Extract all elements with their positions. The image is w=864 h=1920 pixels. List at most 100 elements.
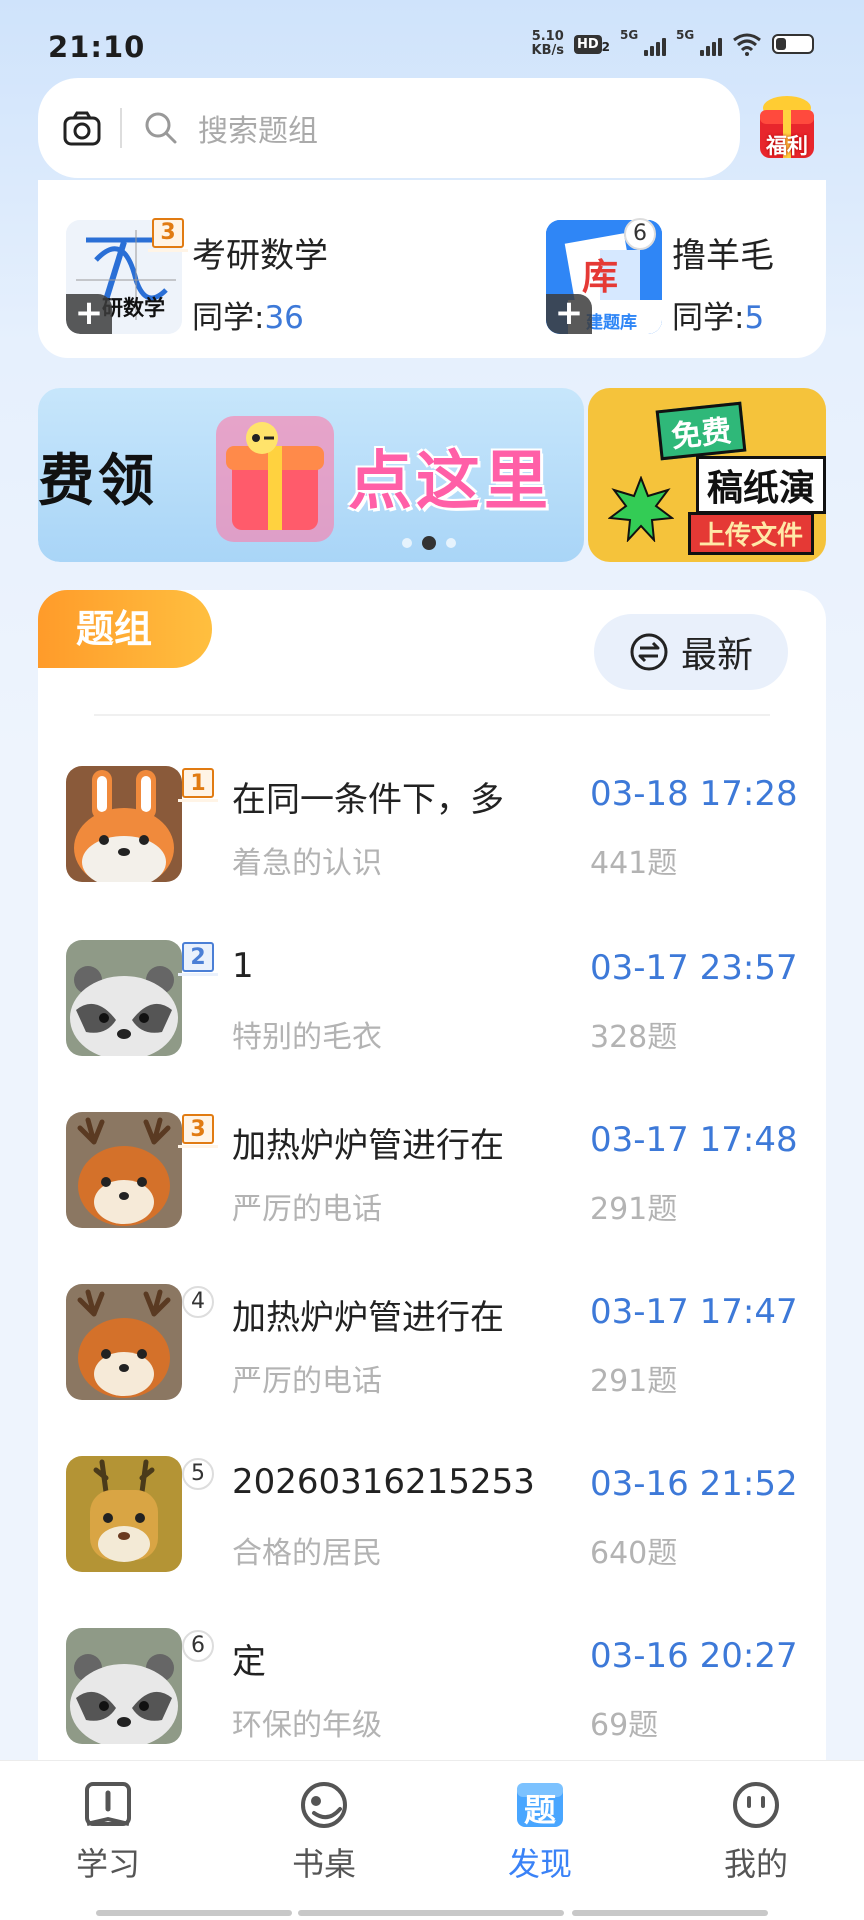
star-burst-icon [608,476,674,542]
nav-label: 我的 [723,1845,788,1883]
rabbit-avatar-icon [66,766,182,882]
nav-item-desk[interactable]: 书桌 [244,1779,404,1885]
group-title: 20260316215253 [232,1462,535,1502]
nav-item-study[interactable]: 学习 [28,1779,188,1885]
list-item[interactable]: 1 在同一条件下，多 着急的认识 03-18 17:28 441题 [66,766,826,882]
promo-carousel[interactable]: 费领 点这里 免费 稿纸演 上传文件 [38,388,826,562]
banner-free-tag: 免费 [655,401,747,461]
elk-avatar-icon [66,1456,182,1572]
group-question-count: 328题 [590,1020,678,1055]
signal-sim2-icon: 5G [676,28,722,56]
group-title: 考研数学 [192,236,328,276]
group-author: 严厉的电话 [232,1364,382,1399]
desk-icon [301,1782,347,1828]
list-divider [94,714,770,716]
hd-icon: HD 2 [573,34,610,54]
promo-banner-2[interactable]: 免费 稿纸演 上传文件 [588,388,826,562]
rank-badge: 5 [182,1458,214,1490]
nav-item-mine[interactable]: 我的 [676,1779,836,1885]
camera-icon[interactable] [62,108,102,148]
battery-icon [772,34,814,54]
carousel-dot [446,538,456,548]
add-group-icon[interactable]: + [546,294,592,334]
featured-groups-card: 研数学 + 3 考研数学 同学:36 库 建题库 + 6 撸羊毛 同学:5 [38,180,826,358]
bottom-nav: 学习 书桌 题 发现 我的 [0,1760,864,1920]
status-icons: 5.10 KB/s HD 2 5G 5G [531,28,814,58]
group-title: 定 [232,1642,266,1682]
app-page: 21:10 5.10 KB/s HD 2 5G 5G 搜索题组 福利 研数学 +… [0,0,864,1920]
add-group-icon[interactable]: + [66,294,112,334]
welfare-label[interactable]: 福利 [752,130,822,160]
group-title: 加热炉炉管进行在 [232,1298,504,1338]
nav-label-active: 发现 [507,1845,572,1883]
group-author: 合格的居民 [232,1536,382,1571]
group-author: 特别的毛衣 [232,1020,382,1055]
group-list-panel: 题组 最新 1 在同一条件下，多 着急的认识 03-18 17:28 441题 … [38,590,826,1920]
group-time: 03-17 17:48 [590,1120,798,1160]
group-classmates: 同学:5 [672,300,765,336]
group-time: 03-18 17:28 [590,774,798,814]
banner-cta: 点这里 [348,445,552,519]
sort-latest-button[interactable]: 最新 [594,614,788,690]
group-author: 严厉的电话 [232,1192,382,1227]
group-time: 03-16 21:52 [590,1464,798,1504]
list-item[interactable]: 2 1 特别的毛衣 03-17 23:57 328题 [66,940,826,1056]
list-item[interactable]: 5 20260316215253 合格的居民 03-16 21:52 640题 [66,1456,826,1572]
group-rank-badge: 6 [624,218,656,250]
banner-title: 稿纸演 [696,456,826,514]
status-time: 21:10 [48,30,146,64]
raccoon-avatar-icon [66,1628,182,1744]
discover-icon: 题 [514,1779,566,1831]
list-item[interactable]: 6 定 环保的年级 03-16 20:27 69题 [66,1628,826,1744]
rank-badge: 3 [178,1114,218,1148]
rank-badge: 6 [182,1630,214,1662]
group-question-count: 291题 [590,1192,678,1227]
group-time: 03-16 20:27 [590,1636,798,1676]
banner-left-text: 费领 [38,449,158,514]
gift-box-icon [216,416,334,542]
gesture-bar [572,1910,768,1916]
deer-avatar-icon [66,1112,182,1228]
rank-badge: 2 [178,942,218,976]
group-title: 加热炉炉管进行在 [232,1126,504,1166]
tab-groups[interactable]: 题组 [38,590,212,668]
nav-label: 学习 [75,1845,140,1883]
rank-badge: 1 [178,768,218,802]
search-divider [120,108,122,148]
group-title: 1 [232,946,254,986]
signal-sim1-icon: 5G [620,28,666,56]
search-icon [145,112,177,144]
group-question-count: 441题 [590,846,678,881]
featured-group-kaoyan[interactable]: 研数学 + 3 考研数学 同学:36 [66,218,506,336]
gesture-bar [298,1910,564,1916]
promo-banner-1[interactable]: 费领 点这里 [38,388,584,562]
gesture-bar [96,1910,292,1916]
search-input[interactable]: 搜索题组 [198,106,318,150]
group-time: 03-17 23:57 [590,948,798,988]
sort-label: 最新 [680,635,753,676]
nav-item-discover[interactable]: 题 发现 [460,1779,620,1885]
group-question-count: 291题 [590,1364,678,1399]
sort-icon [630,633,668,671]
nav-label: 书桌 [291,1845,356,1883]
deer-avatar-icon [66,1284,182,1400]
group-question-count: 69题 [590,1708,659,1743]
search-bar[interactable]: 搜索题组 [38,78,740,178]
rank-badge: 4 [182,1286,214,1318]
carousel-dot-active [422,536,436,550]
banner-subtitle: 上传文件 [688,512,815,555]
list-item[interactable]: 4 加热炉炉管进行在 严厉的电话 03-17 17:47 291题 [66,1284,826,1400]
face-icon [733,1782,779,1828]
network-speed: 5.10 KB/s [531,29,564,58]
group-rank-badge: 3 [148,218,188,252]
group-classmates: 同学:36 [192,300,304,336]
group-title: 在同一条件下，多 [232,780,504,820]
featured-group-yangmao[interactable]: 库 建题库 + 6 撸羊毛 同学:5 [546,218,826,336]
group-author: 环保的年级 [232,1708,382,1743]
book-icon [85,1782,131,1826]
group-title: 撸羊毛 [672,236,774,276]
list-item[interactable]: 3 加热炉炉管进行在 严厉的电话 03-17 17:48 291题 [66,1112,826,1228]
carousel-dot [402,538,412,548]
group-author: 着急的认识 [232,846,382,881]
group-question-count: 640题 [590,1536,678,1571]
